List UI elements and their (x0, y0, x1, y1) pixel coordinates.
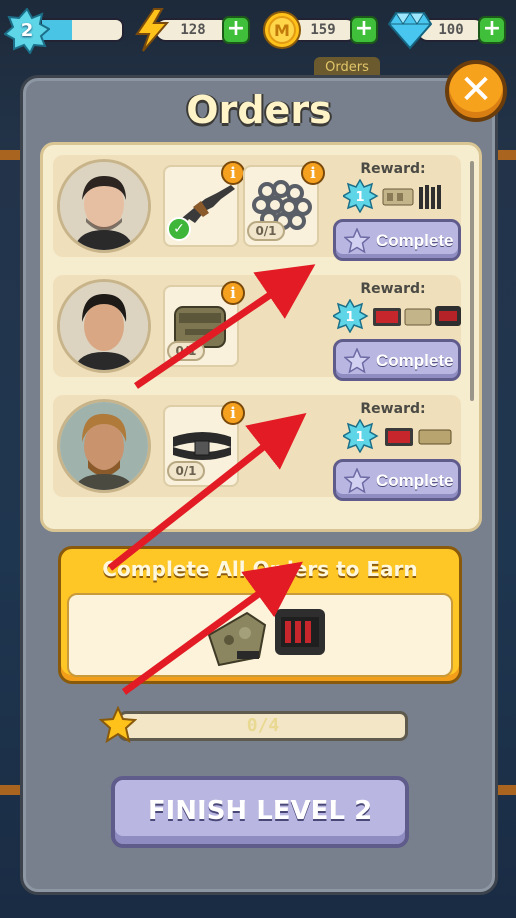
item-count: 0/1 (247, 221, 285, 241)
order-item-slot[interactable]: i 0/1 (163, 401, 245, 487)
order-row: i 0/1 Reward: 1 Complete (53, 275, 461, 381)
reward-icons: 1 (341, 178, 441, 214)
complete-button-label: Complete (376, 471, 454, 490)
checkmark-icon: ✓ (167, 217, 191, 241)
tool-case-icon (275, 609, 325, 655)
add-coins-button[interactable]: + (350, 16, 378, 44)
toolbox-red-icon (373, 308, 401, 326)
order-item-slot[interactable]: i ✓ (163, 161, 245, 247)
ammo-belt-icon (418, 429, 452, 445)
add-energy-button[interactable]: + (222, 16, 250, 44)
orders-list[interactable]: i ✓ i 0/1 Reward: 1 Complete i 0/1 Rewar… (40, 142, 482, 532)
bonus-reward-items (67, 593, 453, 677)
info-icon[interactable]: i (221, 401, 245, 425)
complete-button-label: Complete (376, 231, 454, 250)
tool-case-icon (435, 306, 461, 326)
bonus-icons (207, 609, 325, 667)
top-hud: 2 128 + 159 M + 100 + (0, 0, 516, 58)
info-icon[interactable]: i (301, 161, 325, 185)
customer-avatar (57, 399, 151, 493)
knife-set-icon (419, 185, 441, 209)
coin-icon: M (263, 11, 301, 49)
reward-icons: 1 (341, 418, 452, 454)
item-count: 0/1 (167, 341, 205, 361)
gems-counter: 100 + (388, 12, 512, 50)
customer-portrait-icon (60, 402, 148, 490)
customer-avatar (57, 279, 151, 373)
orders-modal: Orders i ✓ i 0/1 Reward: 1 Complete i 0/… (20, 75, 498, 895)
add-gems-button[interactable]: + (478, 16, 506, 44)
reward-items: 1 (341, 418, 463, 454)
reward-label: Reward: (360, 281, 426, 297)
order-item-slot[interactable]: i 0/1 (163, 281, 245, 367)
info-icon[interactable]: i (221, 161, 245, 185)
level-number: 2 (20, 20, 34, 41)
info-icon[interactable]: i (221, 281, 245, 305)
order-row: i ✓ i 0/1 Reward: 1 Complete (53, 155, 463, 261)
reward-icons: 1 (331, 298, 461, 334)
ammo-pouch-icon (382, 188, 414, 206)
reward-items: 1 (341, 178, 463, 214)
finish-level-button[interactable]: FINISH LEVEL 2 (111, 776, 409, 848)
item-count: 0/1 (167, 461, 205, 481)
reward-label: Reward: (360, 401, 426, 417)
ammo-pouch-icon (404, 308, 432, 326)
star-icon (344, 348, 370, 374)
reward-xp: 1 (355, 430, 364, 445)
reward-items: 1 (331, 298, 461, 334)
xp-star-icon: 1 (341, 418, 379, 454)
close-button[interactable]: ✕ (445, 60, 507, 122)
customer-portrait-icon (60, 282, 148, 370)
coin-symbol: M (274, 21, 290, 40)
reward-xp: 1 (355, 190, 364, 205)
reward-xp: 1 (345, 310, 354, 325)
bonus-reward-panel: Complete All Orders to Earn (58, 546, 462, 684)
complete-button-label: Complete (376, 351, 454, 370)
complete-order-button[interactable]: Complete (333, 339, 461, 381)
complete-order-button[interactable]: Complete (333, 459, 461, 501)
level-badge[interactable]: 2 (3, 7, 51, 55)
orders-scrollbar[interactable] (470, 161, 474, 401)
lightning-icon (135, 8, 170, 52)
energy-counter: 128 + (134, 8, 254, 52)
diamond-icon (388, 12, 432, 50)
orders-progress-bar: 0/4 (118, 711, 408, 741)
modal-title: Orders (186, 88, 332, 132)
xp-star-icon: 1 (341, 178, 379, 214)
xp-bar (40, 18, 124, 42)
customer-portrait-icon (60, 162, 148, 250)
star-icon (344, 228, 370, 254)
order-item-slot[interactable]: i 0/1 (243, 161, 325, 247)
star-icon (344, 468, 370, 494)
xp-star-icon: 1 (331, 298, 369, 334)
customer-avatar (57, 159, 151, 253)
coins-counter: 159 M + (262, 11, 382, 49)
order-row: i 0/1 Reward: 1 Complete (53, 395, 463, 501)
camo-bag-icon (207, 611, 267, 667)
star-icon (99, 706, 137, 744)
complete-order-button[interactable]: Complete (333, 219, 461, 261)
reward-label: Reward: (360, 161, 426, 177)
bonus-title: Complete All Orders to Earn (102, 557, 418, 581)
toolbox-red-icon (385, 428, 413, 446)
